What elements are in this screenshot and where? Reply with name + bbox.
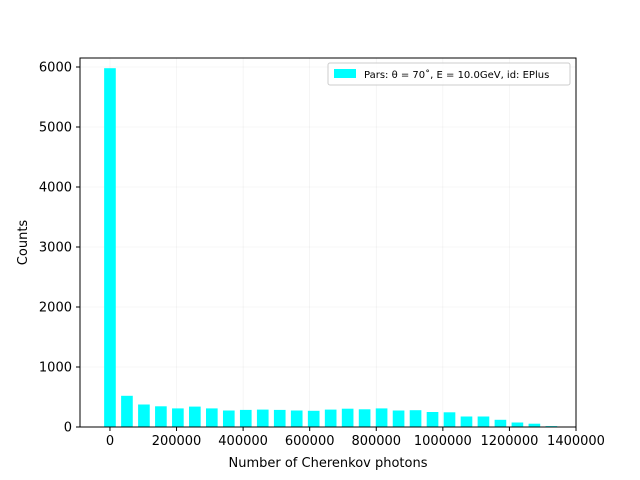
bar <box>273 409 286 427</box>
plot-frame <box>79 57 577 428</box>
y-tick-label: 3000 <box>39 241 72 256</box>
bar <box>477 416 490 427</box>
histogram-chart: 0 200000 400000 600000 800000 1000000 1200000 1… <box>16 57 605 471</box>
x-tick-label: 1200000 <box>480 434 538 449</box>
bar <box>189 406 201 427</box>
x-tick-label: 1000000 <box>414 434 472 449</box>
bar <box>307 410 320 427</box>
bar <box>409 410 422 427</box>
legend-swatch <box>334 69 356 78</box>
bar <box>256 409 269 427</box>
bar <box>375 408 388 427</box>
x-tick-label: 200000 <box>152 434 202 449</box>
bar <box>205 408 218 427</box>
y-tick-label: 4000 <box>39 181 72 196</box>
bars <box>104 68 558 427</box>
bar <box>222 410 235 427</box>
bar <box>138 404 150 427</box>
bar <box>460 416 473 427</box>
bar <box>290 410 303 427</box>
grid-lines <box>80 58 577 428</box>
bar <box>155 406 167 427</box>
x-axis-ticks: 0 200000 400000 600000 800000 1000000 1200000 1… <box>106 427 605 449</box>
x-tick-label: 400000 <box>218 434 268 449</box>
y-axis-label: Counts <box>16 220 31 266</box>
y-tick-label: 0 <box>64 421 72 436</box>
bar <box>172 408 184 427</box>
bar <box>104 68 116 427</box>
bar <box>121 395 133 427</box>
legend: Pars: θ = 70˚, E = 10.0GeV, id: EPlus <box>327 62 571 86</box>
legend-label: Pars: θ = 70˚, E = 10.0GeV, id: EPlus <box>364 69 549 81</box>
x-tick-label: 1400000 <box>547 434 605 449</box>
y-tick-label: 2000 <box>39 301 72 316</box>
y-tick-label: 6000 <box>39 61 72 76</box>
bar <box>494 419 507 427</box>
x-axis-label: Number of Cherenkov photons <box>229 456 428 471</box>
bar <box>341 408 354 427</box>
bar <box>324 409 337 427</box>
x-tick-label: 0 <box>106 434 114 449</box>
bar <box>239 409 252 427</box>
x-tick-label: 800000 <box>351 434 401 449</box>
bar <box>426 412 439 427</box>
x-tick-label: 600000 <box>285 434 335 449</box>
bar <box>443 412 456 427</box>
bar <box>392 410 405 427</box>
y-tick-label: 5000 <box>39 121 72 136</box>
y-tick-label: 1000 <box>39 361 72 376</box>
bar <box>511 422 524 427</box>
bar <box>358 409 371 427</box>
y-axis-ticks: 0 1000 2000 3000 4000 5000 6000 <box>39 61 80 436</box>
